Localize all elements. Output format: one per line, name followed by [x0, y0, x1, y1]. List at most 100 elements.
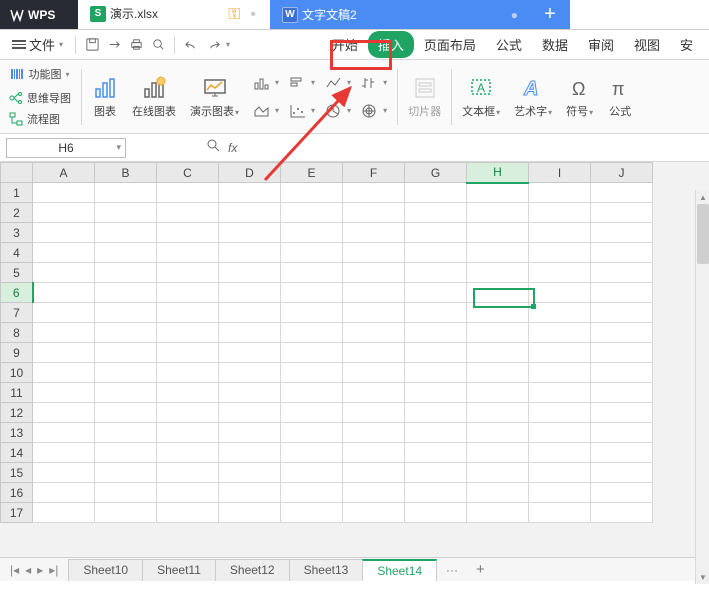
cell[interactable] [405, 403, 467, 423]
cell[interactable] [219, 203, 281, 223]
cell[interactable] [219, 403, 281, 423]
cell[interactable] [157, 263, 219, 283]
line-chart-button[interactable]: ▾ [323, 73, 353, 93]
new-tab-button[interactable]: + [530, 0, 570, 29]
cell[interactable] [405, 303, 467, 323]
cell[interactable] [343, 423, 405, 443]
cell[interactable] [467, 423, 529, 443]
tab-start[interactable]: 开始 [322, 31, 368, 58]
bar-chart-button[interactable]: ▾ [287, 73, 317, 93]
sheet-tab[interactable]: Sheet10 [68, 559, 143, 581]
cell[interactable] [95, 323, 157, 343]
cell[interactable] [33, 423, 95, 443]
undo-icon[interactable] [181, 35, 201, 55]
cell[interactable] [157, 403, 219, 423]
chevron-down-icon[interactable]: ▾ [226, 40, 230, 49]
cell[interactable] [219, 503, 281, 523]
print-icon[interactable] [126, 35, 146, 55]
cell[interactable] [343, 303, 405, 323]
sheet-more-button[interactable]: ··· [436, 563, 468, 577]
cell[interactable] [95, 263, 157, 283]
column-chart-button[interactable]: ▾ [251, 73, 281, 93]
cell[interactable] [591, 323, 653, 343]
cell[interactable] [591, 343, 653, 363]
column-header[interactable]: G [405, 163, 467, 183]
row-header[interactable]: 6 [1, 283, 33, 303]
row-header[interactable]: 17 [1, 503, 33, 523]
cell[interactable] [343, 283, 405, 303]
cell[interactable] [95, 223, 157, 243]
cell[interactable] [33, 343, 95, 363]
cell[interactable] [343, 323, 405, 343]
column-header[interactable]: H [467, 163, 529, 183]
redo-icon[interactable] [203, 35, 223, 55]
sheet-tab[interactable]: Sheet11 [142, 559, 216, 581]
cell[interactable] [343, 443, 405, 463]
column-header[interactable]: D [219, 163, 281, 183]
cell[interactable] [405, 183, 467, 203]
cell[interactable] [281, 203, 343, 223]
cell[interactable] [219, 243, 281, 263]
cell[interactable] [405, 383, 467, 403]
cell[interactable] [591, 223, 653, 243]
row-header[interactable]: 12 [1, 403, 33, 423]
cell[interactable] [33, 203, 95, 223]
cell[interactable] [157, 423, 219, 443]
cell[interactable] [467, 223, 529, 243]
cell[interactable] [157, 483, 219, 503]
preview-icon[interactable] [148, 35, 168, 55]
cell[interactable] [33, 463, 95, 483]
cell[interactable] [529, 183, 591, 203]
cell[interactable] [343, 263, 405, 283]
cell[interactable] [467, 343, 529, 363]
cell[interactable] [405, 363, 467, 383]
pie-chart-button[interactable]: ▾ [323, 101, 353, 121]
cell[interactable] [281, 323, 343, 343]
cell[interactable] [157, 383, 219, 403]
row-header[interactable]: 10 [1, 363, 33, 383]
cell[interactable] [467, 383, 529, 403]
cell[interactable] [405, 343, 467, 363]
cell[interactable] [529, 203, 591, 223]
cell[interactable] [281, 343, 343, 363]
mindmap-button[interactable]: 思维导图 [6, 88, 73, 108]
sheet-first-icon[interactable]: |◂ [8, 563, 21, 577]
cell[interactable] [591, 503, 653, 523]
cell[interactable] [157, 463, 219, 483]
cell[interactable] [219, 443, 281, 463]
demo-chart-button[interactable]: 演示图表▾ [186, 73, 243, 121]
cell[interactable] [157, 443, 219, 463]
select-all-corner[interactable] [1, 163, 33, 183]
cell[interactable] [95, 483, 157, 503]
row-header[interactable]: 5 [1, 263, 33, 283]
cell[interactable] [33, 243, 95, 263]
flowchart-button[interactable]: 流程图 [6, 109, 62, 129]
cell[interactable] [529, 403, 591, 423]
cell[interactable] [219, 183, 281, 203]
column-header[interactable]: E [281, 163, 343, 183]
cell[interactable] [281, 443, 343, 463]
online-chart-button[interactable]: 在线图表 [128, 73, 180, 121]
cell[interactable] [467, 443, 529, 463]
cell[interactable] [343, 503, 405, 523]
cell[interactable] [157, 503, 219, 523]
cell[interactable] [281, 303, 343, 323]
cell[interactable] [281, 363, 343, 383]
column-header[interactable]: B [95, 163, 157, 183]
sheet-tab[interactable]: Sheet13 [289, 559, 364, 581]
cell[interactable] [157, 283, 219, 303]
scatter-chart-button[interactable]: ▾ [287, 101, 317, 121]
cell[interactable] [591, 403, 653, 423]
cell[interactable] [95, 363, 157, 383]
cell[interactable] [529, 423, 591, 443]
cell[interactable] [405, 483, 467, 503]
cell[interactable] [33, 383, 95, 403]
cell[interactable] [157, 223, 219, 243]
file-tab-document[interactable]: W 文字文稿2 ● [270, 0, 530, 29]
cell[interactable] [467, 323, 529, 343]
cell[interactable] [529, 363, 591, 383]
cell[interactable] [95, 343, 157, 363]
scroll-thumb[interactable] [697, 204, 709, 264]
file-menu-button[interactable]: 文件 ▾ [6, 35, 69, 54]
cell[interactable] [529, 263, 591, 283]
